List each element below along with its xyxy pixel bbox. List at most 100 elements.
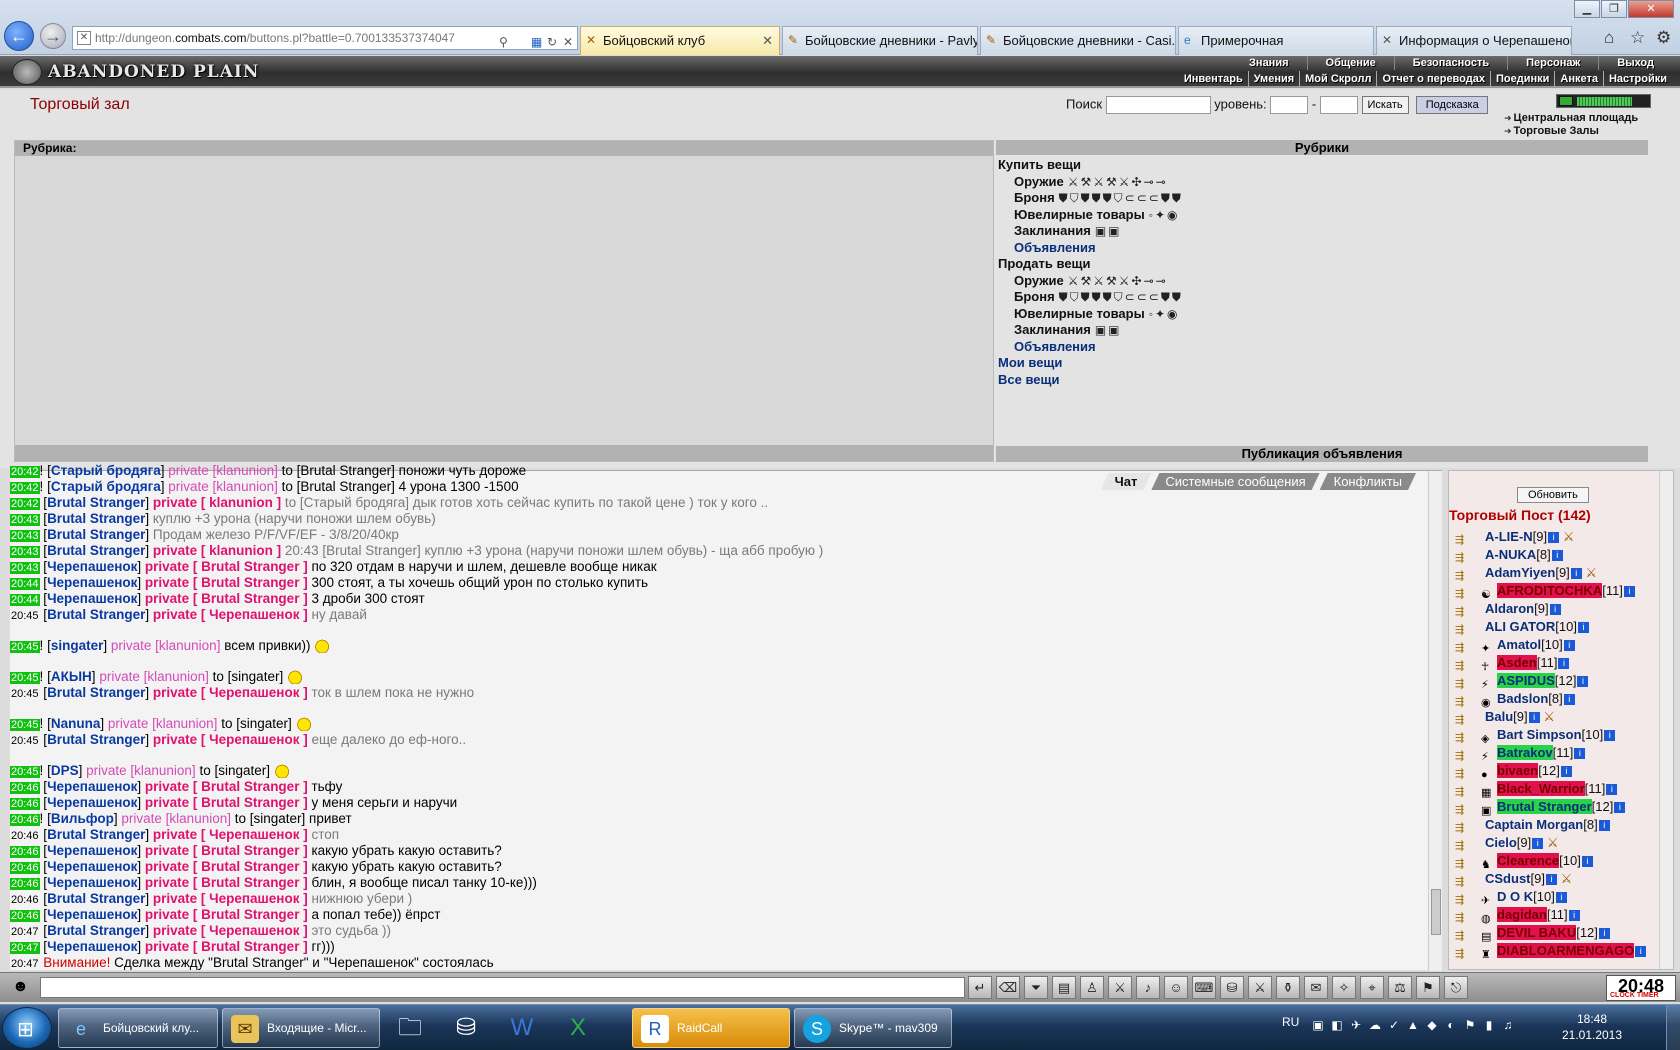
address-bar[interactable]: ✕ http://dungeon.combats.com/buttons.pl?… — [72, 26, 578, 50]
tab-system-messages[interactable]: Системные сообщения — [1151, 473, 1319, 490]
user-entry[interactable]: ⇶ ▤ DEVIL BAKU[12] i — [1449, 924, 1659, 943]
user-entry[interactable]: ⇶ ALI GATOR[10] i — [1449, 618, 1659, 636]
private-message-icon[interactable]: ⇶ — [1455, 675, 1471, 690]
private-message-icon[interactable]: ⇶ — [1455, 693, 1471, 708]
private-target[interactable]: private [ Brutal Stranger ] — [145, 575, 308, 590]
private-target[interactable]: private [ Brutal Stranger ] — [145, 843, 308, 858]
private-message-icon[interactable]: ⇶ — [1455, 729, 1471, 744]
private-target[interactable]: private [klanunion] — [86, 763, 196, 778]
user-name[interactable]: Aldaron — [1485, 601, 1534, 616]
user-name[interactable]: AdamYiyen — [1485, 565, 1555, 580]
private-target[interactable]: private [klanunion] — [168, 479, 278, 494]
private-message-icon[interactable]: ⇶ — [1455, 711, 1471, 726]
clan-icon[interactable]: ⚑ — [1416, 976, 1440, 999]
private-message-icon[interactable]: ⇶ — [1455, 747, 1471, 762]
info-icon[interactable]: i — [1545, 874, 1557, 886]
private-message-icon[interactable]: ⇶ — [1455, 567, 1471, 582]
user-name[interactable]: Brutal Stranger — [1497, 799, 1592, 814]
info-icon[interactable]: i — [1568, 910, 1580, 922]
submenu-skills[interactable]: Умения — [1249, 71, 1301, 87]
user-entry[interactable]: ⇶ ● bivaen[12] i — [1449, 762, 1659, 781]
info-icon[interactable]: i — [1560, 766, 1572, 778]
private-message-icon[interactable]: ⇶ — [1455, 603, 1471, 618]
submenu-inventory[interactable]: Инвентарь — [1179, 71, 1249, 87]
private-message-icon[interactable]: ⇶ — [1455, 819, 1471, 834]
floppy-icon[interactable]: ⛁ — [440, 1008, 492, 1048]
info-icon[interactable]: i — [1563, 694, 1575, 706]
language-indicator[interactable]: RU — [1282, 1015, 1299, 1029]
private-target[interactable]: private [klanunion] — [108, 716, 218, 731]
user-entry[interactable]: ⇶ A-NUKA[8] i — [1449, 546, 1659, 564]
sell-jewelry-link[interactable]: Ювелирные товары — [1014, 306, 1145, 321]
buy-spells-link[interactable]: Заклинания — [1014, 223, 1091, 238]
menu-knowledge[interactable]: Знания — [1231, 56, 1308, 70]
chat-nick[interactable]: Вильфор — [51, 811, 114, 826]
tray-app-icon[interactable]: ◐ — [1443, 1017, 1459, 1033]
settings-gear-icon[interactable]: ⚙ — [1656, 28, 1671, 48]
close-window-button[interactable]: ✕ — [1628, 0, 1674, 18]
buy-armor-link[interactable]: Броня — [1014, 190, 1055, 205]
info-icon[interactable]: i — [1558, 658, 1570, 670]
user-name[interactable]: A-LIE-N — [1485, 529, 1533, 544]
chat-nick[interactable]: DPS — [51, 763, 79, 778]
tray-app-icon[interactable]: ▲ — [1405, 1017, 1421, 1033]
submenu-profile[interactable]: Анкета — [1555, 71, 1604, 87]
chat-nick[interactable]: Черепашенок — [47, 795, 137, 810]
buy-jewelry-link[interactable]: Ювелирные товары — [1014, 207, 1145, 222]
tab-fitting-room[interactable]: e Примерочная — [1178, 26, 1374, 55]
chat-nick[interactable]: Черепашенок — [47, 559, 137, 574]
user-entry[interactable]: ⇶ A-LIE-N[9] i ⚔ — [1449, 528, 1659, 546]
potion-icon[interactable]: ⚱ — [1276, 976, 1300, 999]
tab-conflicts[interactable]: Конфликты — [1320, 473, 1416, 490]
info-icon[interactable]: i — [1563, 640, 1575, 652]
menu-social[interactable]: Общение — [1308, 56, 1395, 70]
search-input[interactable] — [1105, 96, 1211, 114]
network-icon[interactable]: ▮ — [1481, 1017, 1497, 1033]
chat-nick[interactable]: Brutal Stranger — [47, 527, 145, 542]
level-max-input[interactable] — [1319, 96, 1358, 114]
chat-nick[interactable]: Черепашенок — [47, 843, 137, 858]
chat-scrollbar[interactable] — [1428, 471, 1442, 971]
info-icon[interactable]: i — [1570, 568, 1582, 580]
user-name[interactable]: DEVIL BAKU — [1497, 925, 1577, 940]
chat-nick[interactable]: Черепашенок — [47, 859, 137, 874]
user-entry[interactable]: ⇶ ✦ Amatol[10] i — [1449, 636, 1659, 655]
user-name[interactable]: A-NUKA — [1485, 547, 1536, 562]
private-target[interactable]: private [klanunion] — [121, 811, 231, 826]
search-button[interactable]: Искать — [1361, 96, 1409, 114]
user-name[interactable]: Black_Warrior — [1497, 781, 1585, 796]
user-name[interactable]: AFRODITOCHKA — [1497, 583, 1603, 598]
chat-nick[interactable]: Черепашенок — [47, 875, 137, 890]
chat-nick[interactable]: Brutal Stranger — [47, 543, 145, 558]
user-name[interactable]: Clearence — [1497, 853, 1560, 868]
chat-nick[interactable]: Brutal Stranger — [47, 607, 145, 622]
user-entry[interactable]: ⇶ Captain Morgan[8] i — [1449, 816, 1659, 834]
chat-mode-icon[interactable]: ☻ — [12, 978, 29, 996]
taskbar-clock[interactable]: 18:48 21.01.2013 — [1552, 1011, 1632, 1043]
user-name[interactable]: Batrakov — [1497, 745, 1553, 760]
hint-button[interactable]: Подсказка — [1416, 96, 1489, 114]
send-icon[interactable]: ↵ — [968, 976, 992, 999]
private-message-icon[interactable]: ⇶ — [1455, 855, 1471, 870]
private-target[interactable]: private [ Brutal Stranger ] — [145, 859, 308, 874]
user-entry[interactable]: ⇶ ⚡ ASPIDUS[12] i — [1449, 672, 1659, 691]
spell-category-icons[interactable]: ▣▣ — [1095, 224, 1122, 238]
private-message-icon[interactable]: ⇶ — [1455, 837, 1471, 852]
publish-ad-header[interactable]: Публикация объявления — [996, 446, 1648, 462]
link-central-square[interactable]: Центральная площадь — [1504, 112, 1638, 124]
word-icon[interactable]: W — [496, 1008, 548, 1048]
tray-app-icon[interactable]: ⚑ — [1462, 1017, 1478, 1033]
stop-icon[interactable]: ✕ — [563, 31, 573, 49]
private-target[interactable]: private [ Brutal Stranger ] — [145, 875, 308, 890]
menu-character[interactable]: Персонаж — [1508, 56, 1600, 70]
user-name[interactable]: Bart Simpson — [1497, 727, 1582, 742]
save-icon[interactable]: ▤ — [1052, 976, 1076, 999]
compat-icon[interactable]: ▦ — [531, 31, 542, 49]
menu-security[interactable]: Безопасность — [1395, 56, 1509, 70]
private-target[interactable]: private [klanunion] — [111, 638, 221, 653]
minimize-button[interactable]: ▁ — [1574, 0, 1600, 18]
trade-icon[interactable]: ⚖ — [1388, 976, 1412, 999]
chat-nick[interactable]: singater — [51, 638, 104, 653]
private-message-icon[interactable]: ⇶ — [1455, 891, 1471, 906]
info-icon[interactable]: i — [1577, 676, 1589, 688]
